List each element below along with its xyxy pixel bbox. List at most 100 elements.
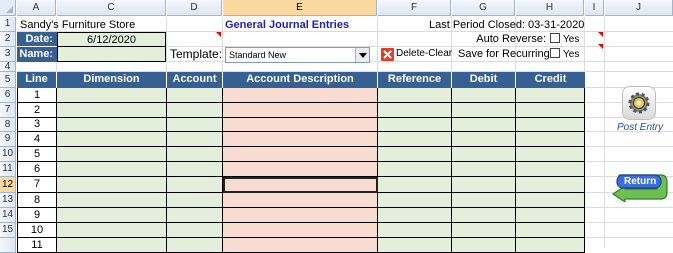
account-description-cell[interactable] bbox=[223, 238, 378, 253]
row-header-3[interactable]: 3 bbox=[0, 47, 16, 62]
col-header-a[interactable]: A bbox=[17, 0, 56, 16]
dimension-cell[interactable] bbox=[57, 208, 167, 223]
dimension-cell[interactable] bbox=[57, 88, 167, 103]
account-cell[interactable] bbox=[167, 208, 223, 223]
dimension-cell[interactable] bbox=[57, 162, 167, 177]
dimension-cell[interactable] bbox=[57, 238, 167, 253]
reference-cell[interactable] bbox=[378, 177, 452, 193]
account-cell[interactable] bbox=[167, 103, 223, 118]
row-header-6[interactable]: 6 bbox=[0, 88, 16, 103]
debit-cell[interactable] bbox=[452, 88, 516, 103]
account-cell[interactable] bbox=[167, 177, 223, 193]
credit-cell[interactable] bbox=[516, 132, 585, 147]
account-description-cell[interactable] bbox=[223, 193, 378, 208]
row-header-14[interactable]: 14 bbox=[0, 208, 16, 223]
dimension-cell[interactable] bbox=[57, 193, 167, 208]
dimension-cell[interactable] bbox=[57, 223, 167, 238]
row-header-10[interactable]: 10 bbox=[0, 147, 16, 162]
col-header-c[interactable]: C bbox=[57, 0, 166, 16]
account-description-cell[interactable] bbox=[223, 177, 378, 193]
account-cell[interactable] bbox=[167, 88, 223, 103]
account-description-cell[interactable] bbox=[223, 208, 378, 223]
row-header-13[interactable]: 13 bbox=[0, 193, 16, 208]
dimension-cell[interactable] bbox=[57, 103, 167, 118]
col-header-j[interactable]: J bbox=[605, 0, 673, 16]
credit-cell[interactable] bbox=[516, 223, 585, 238]
chevron-down-icon[interactable] bbox=[355, 48, 369, 62]
dimension-cell[interactable] bbox=[57, 132, 167, 147]
row-header-15[interactable]: 15 bbox=[0, 223, 16, 238]
date-field[interactable]: 6/12/2020 bbox=[57, 32, 166, 47]
account-cell[interactable] bbox=[167, 132, 223, 147]
debit-cell[interactable] bbox=[452, 238, 516, 253]
reference-cell[interactable] bbox=[378, 147, 452, 162]
row-header-9[interactable]: 9 bbox=[0, 132, 16, 147]
credit-cell[interactable] bbox=[516, 208, 585, 223]
delete-clear-button[interactable]: Delete-Clear bbox=[381, 46, 452, 62]
return-button[interactable]: Return bbox=[611, 172, 669, 202]
debit-cell[interactable] bbox=[452, 177, 516, 193]
account-cell[interactable] bbox=[167, 162, 223, 177]
col-header-i[interactable]: I bbox=[585, 0, 604, 16]
post-entry-label[interactable]: Post Entry bbox=[617, 122, 663, 133]
credit-cell[interactable] bbox=[516, 147, 585, 162]
post-entry-button[interactable] bbox=[622, 86, 656, 120]
debit-cell[interactable] bbox=[452, 132, 516, 147]
debit-cell[interactable] bbox=[452, 162, 516, 177]
account-cell[interactable] bbox=[167, 118, 223, 132]
auto-reverse-checkbox[interactable]: Yes bbox=[550, 32, 579, 47]
credit-cell[interactable] bbox=[516, 162, 585, 177]
reference-cell[interactable] bbox=[378, 193, 452, 208]
account-description-cell[interactable] bbox=[223, 223, 378, 238]
credit-cell[interactable] bbox=[516, 118, 585, 132]
row-header-7[interactable]: 7 bbox=[0, 103, 16, 118]
credit-cell[interactable] bbox=[516, 88, 585, 103]
select-all-corner[interactable] bbox=[0, 0, 16, 16]
dimension-cell[interactable] bbox=[57, 118, 167, 132]
debit-cell[interactable] bbox=[452, 103, 516, 118]
row-header-16[interactable] bbox=[0, 238, 16, 253]
row-header-8[interactable]: 8 bbox=[0, 118, 16, 132]
account-cell[interactable] bbox=[167, 238, 223, 253]
reference-cell[interactable] bbox=[378, 88, 452, 103]
account-cell[interactable] bbox=[167, 223, 223, 238]
reference-cell[interactable] bbox=[378, 103, 452, 118]
dimension-cell[interactable] bbox=[57, 177, 167, 193]
debit-cell[interactable] bbox=[452, 147, 516, 162]
account-description-cell[interactable] bbox=[223, 162, 378, 177]
template-dropdown[interactable]: Standard New bbox=[225, 47, 370, 63]
credit-cell[interactable] bbox=[516, 177, 585, 193]
dimension-cell[interactable] bbox=[57, 147, 167, 162]
col-header-e[interactable]: E bbox=[223, 0, 377, 16]
credit-cell[interactable] bbox=[516, 103, 585, 118]
debit-cell[interactable] bbox=[452, 208, 516, 223]
name-field[interactable] bbox=[57, 47, 166, 62]
account-cell[interactable] bbox=[167, 193, 223, 208]
account-description-cell[interactable] bbox=[223, 88, 378, 103]
credit-cell[interactable] bbox=[516, 193, 585, 208]
row-header-4[interactable]: 4 bbox=[0, 62, 16, 72]
account-cell[interactable] bbox=[167, 147, 223, 162]
col-header-g[interactable]: G bbox=[452, 0, 515, 16]
row-header-2[interactable]: 2 bbox=[0, 32, 16, 47]
row-header-11[interactable]: 11 bbox=[0, 162, 16, 177]
account-description-cell[interactable] bbox=[223, 132, 378, 147]
reference-cell[interactable] bbox=[378, 238, 452, 253]
reference-cell[interactable] bbox=[378, 118, 452, 132]
row-header-12[interactable]: 12 bbox=[0, 177, 16, 193]
credit-cell[interactable] bbox=[516, 238, 585, 253]
debit-cell[interactable] bbox=[452, 223, 516, 238]
row-header-5[interactable]: 5 bbox=[0, 72, 16, 88]
col-header-f[interactable]: F bbox=[378, 0, 451, 16]
reference-cell[interactable] bbox=[378, 223, 452, 238]
debit-cell[interactable] bbox=[452, 118, 516, 132]
col-header-h[interactable]: H bbox=[516, 0, 584, 16]
account-description-cell[interactable] bbox=[223, 118, 378, 132]
col-header-d[interactable]: D bbox=[167, 0, 222, 16]
row-header-1[interactable]: 1 bbox=[0, 17, 16, 32]
account-description-cell[interactable] bbox=[223, 147, 378, 162]
account-description-cell[interactable] bbox=[223, 103, 378, 118]
reference-cell[interactable] bbox=[378, 132, 452, 147]
reference-cell[interactable] bbox=[378, 162, 452, 177]
save-recurring-checkbox[interactable]: Yes bbox=[550, 47, 579, 62]
